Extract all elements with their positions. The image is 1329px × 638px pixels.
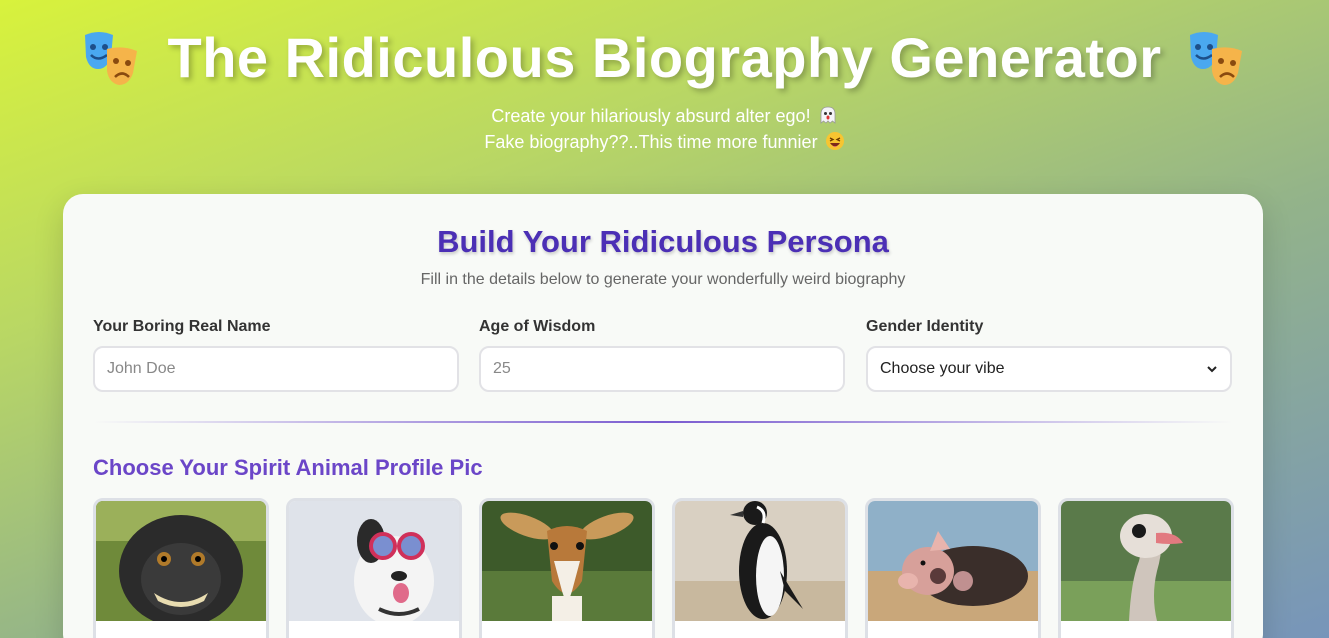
section-divider xyxy=(93,421,1233,423)
page-title: The Ridiculous Biography Generator xyxy=(167,26,1162,89)
dog-with-goggles-image xyxy=(289,501,459,621)
animal-option-ostrich[interactable] xyxy=(1058,498,1234,638)
animal-option-penguin[interactable] xyxy=(672,498,848,638)
subtitle-text: Create your hilariously absurd alter ego… xyxy=(491,106,811,126)
gender-field-group: Gender Identity Choose your vibe xyxy=(866,318,1232,392)
name-field-group: Your Boring Real Name xyxy=(93,318,459,392)
title-row: The Ridiculous Biography Generator xyxy=(0,22,1329,94)
penguin-image xyxy=(675,501,845,621)
pig-image xyxy=(868,501,1038,621)
name-label: Your Boring Real Name xyxy=(93,318,271,335)
animal-option-gazelle[interactable] xyxy=(479,498,655,638)
theater-masks-icon xyxy=(81,27,143,89)
subtitle-line-1: Create your hilariously absurd alter ego… xyxy=(0,103,1329,129)
form-title: Build Your Ridiculous Persona xyxy=(437,224,889,259)
animal-option-dog[interactable] xyxy=(286,498,462,638)
name-input[interactable] xyxy=(93,346,459,392)
spirit-animal-title: Choose Your Spirit Animal Profile Pic xyxy=(93,455,483,480)
monkey-image xyxy=(96,501,266,621)
spirit-animal-grid xyxy=(93,498,1234,638)
age-field-group: Age of Wisdom xyxy=(479,318,845,392)
age-label: Age of Wisdom xyxy=(479,318,596,335)
page-header: The Ridiculous Biography Generator Creat… xyxy=(0,0,1329,194)
gazelle-image xyxy=(482,501,652,621)
animal-option-pig[interactable] xyxy=(865,498,1041,638)
ghost-icon xyxy=(820,106,835,124)
chevron-down-icon xyxy=(1207,366,1217,373)
persona-form-card: Build Your Ridiculous Persona Fill in th… xyxy=(63,194,1263,638)
subtitle-line-2: Fake biography??..This time more funnier xyxy=(0,129,1329,155)
gender-label: Gender Identity xyxy=(866,318,984,335)
subtitle-text: Fake biography??..This time more funnier xyxy=(484,132,818,152)
gender-select[interactable]: Choose your vibe xyxy=(866,346,1232,392)
gender-selected-value: Choose your vibe xyxy=(880,360,1005,377)
ostrich-image xyxy=(1061,501,1231,621)
laughing-face-icon xyxy=(825,132,844,150)
age-input[interactable] xyxy=(479,346,845,392)
animal-option-monkey[interactable] xyxy=(93,498,269,638)
form-description: Fill in the details below to generate yo… xyxy=(420,271,906,288)
theater-masks-icon xyxy=(1186,27,1248,89)
